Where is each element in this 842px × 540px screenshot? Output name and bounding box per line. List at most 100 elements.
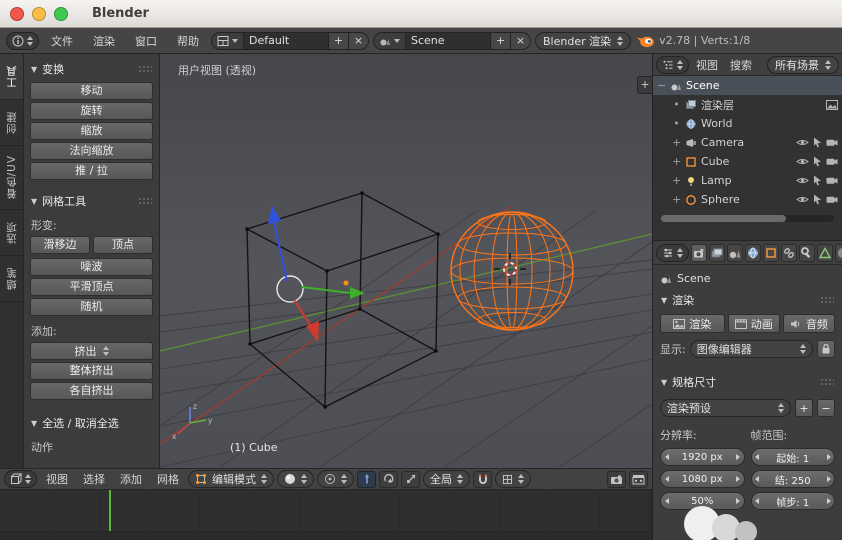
opengl-render-anim-button[interactable] [629,470,648,488]
outliner-menu-view[interactable]: 视图 [691,55,723,75]
menu-render[interactable]: 渲染 [85,31,123,51]
menu-select[interactable]: 选择 [77,469,111,489]
visibility-eye-icon[interactable] [796,157,809,166]
outliner-filter-select[interactable]: 所有场景 [767,55,839,74]
snap-element-select[interactable] [495,470,531,488]
translate-button[interactable]: 移动 [30,82,153,100]
renderability-camera-icon[interactable] [826,195,838,204]
render-still-button[interactable]: 渲染 [660,314,725,333]
manipulator-x-arrow[interactable] [306,321,319,342]
outliner-row-sphere[interactable]: + Sphere [653,190,842,209]
transform-orientation-select[interactable]: 全局 [423,470,470,488]
vertex-slide-button[interactable]: 顶点 [93,236,153,254]
renderlayer-toggle-icon[interactable] [826,99,838,110]
render-engine-select[interactable]: Blender 渲染 [535,31,632,50]
tab-scene[interactable] [727,243,743,262]
viewport-editor-type-button[interactable] [4,470,37,488]
menu-window[interactable]: 窗口 [127,31,165,51]
expander-icon[interactable]: + [672,174,681,187]
outliner-row-cube[interactable]: + Cube [653,152,842,171]
tab-constraints[interactable] [781,243,797,262]
outliner-row-world[interactable]: • World [653,114,842,133]
info-editor-type-button[interactable] [6,31,39,50]
randomize-button[interactable]: 随机 [30,298,153,316]
selectability-cursor-icon[interactable] [813,194,822,205]
visibility-eye-icon[interactable] [796,195,809,204]
preset-remove-button[interactable]: − [817,399,835,417]
window-close-button[interactable] [10,6,24,21]
outliner-row-lamp[interactable]: + Lamp [653,171,842,190]
scene-add-button[interactable]: + [490,32,510,49]
expander-icon[interactable]: − [657,79,666,92]
outliner-menu-search[interactable]: 搜索 [725,55,757,75]
viewport-shading-select[interactable] [277,470,314,488]
manipulator-toggle-button[interactable] [357,470,376,488]
manipulator-rotate-button[interactable] [379,470,398,488]
render-animation-button[interactable]: 动画 [727,314,780,333]
scene-delete-button[interactable]: × [510,32,530,49]
tab-material[interactable] [835,243,842,262]
extrude-menu-button[interactable]: 挤出 [30,342,153,360]
screen-layout-browse-button[interactable] [212,32,244,49]
manipulator-scale-button[interactable] [401,470,420,488]
renderability-camera-icon[interactable] [826,138,838,147]
panel-header-select-all[interactable]: ▼ 全选 / 取消全选 [30,412,153,434]
panel-header-render[interactable]: ▼ 渲染 [660,289,835,311]
scene-browse-button[interactable] [374,32,406,49]
lock-interface-button[interactable] [817,340,835,358]
display-mode-select[interactable]: 图像编辑器 [689,340,813,358]
menu-view[interactable]: 视图 [40,469,74,489]
visibility-eye-icon[interactable] [796,138,809,147]
renderability-camera-icon[interactable] [826,176,838,185]
tab-render[interactable] [691,243,707,262]
frame-end-field[interactable]: 结: 250 [750,470,835,488]
screen-layout-delete-button[interactable]: × [348,32,368,49]
screen-layout-add-button[interactable]: + [328,32,348,49]
tab-object-data[interactable] [817,243,833,262]
properties-editor-type-button[interactable] [656,243,689,262]
window-maximize-button[interactable] [54,6,68,21]
outliner-row-renderlayers[interactable]: • 渲染层 [653,95,842,114]
expander-icon[interactable]: + [672,193,681,206]
manipulator-z-arrow[interactable] [268,206,281,224]
menu-help[interactable]: 帮助 [169,31,207,51]
outliner-horizontal-scrollbar[interactable] [661,215,834,222]
selectability-cursor-icon[interactable] [813,156,822,167]
panel-header-mesh-tools[interactable]: ▼ 网格工具 [30,190,153,212]
tab-tools[interactable]: 工具 [0,54,23,100]
visibility-eye-icon[interactable] [796,176,809,185]
tab-create[interactable]: 创建 [0,100,23,146]
shrink-fatten-button[interactable]: 法向缩放 [30,142,153,160]
frame-start-field[interactable]: 起始: 1 [750,448,835,466]
render-preset-select[interactable]: 渲染预设 [660,399,791,417]
timeline[interactable] [0,490,652,540]
menu-file[interactable]: 文件 [43,31,81,51]
extrude-region-button[interactable]: 整体挤出 [30,362,153,380]
smooth-vertex-button[interactable]: 平滑顶点 [30,278,153,296]
push-pull-button[interactable]: 推 / 拉 [30,162,153,180]
snap-toggle-button[interactable] [473,470,492,488]
outliner-row-scene[interactable]: − Scene [653,76,842,95]
tab-object[interactable] [763,243,779,262]
expander-icon[interactable]: + [672,155,681,168]
expander-icon[interactable]: • [672,98,681,111]
tab-render-layers[interactable] [709,243,725,262]
menu-mesh[interactable]: 网格 [151,469,185,489]
region-expand-button[interactable]: + [637,76,652,94]
expander-icon[interactable]: • [672,117,681,130]
window-minimize-button[interactable] [32,6,46,21]
tab-options[interactable]: 选项 [0,210,23,256]
pivot-point-select[interactable] [317,470,354,488]
expander-icon[interactable]: + [672,136,681,149]
tab-modifiers[interactable] [799,243,815,262]
viewport-3d[interactable]: z y x 用户视图 (透视) (1) Cube + [160,54,652,468]
selectability-cursor-icon[interactable] [813,175,822,186]
menu-add[interactable]: 添加 [114,469,148,489]
frame-step-field[interactable]: 帧步: 1 [750,492,835,510]
scene-name[interactable]: Scene [406,33,490,49]
tab-shading-uv[interactable]: 着色/UV [0,146,23,210]
tab-world[interactable] [745,243,761,262]
mode-select[interactable]: 编辑模式 [188,470,274,488]
noise-button[interactable]: 噪波 [30,258,153,276]
preset-add-button[interactable]: + [795,399,813,417]
